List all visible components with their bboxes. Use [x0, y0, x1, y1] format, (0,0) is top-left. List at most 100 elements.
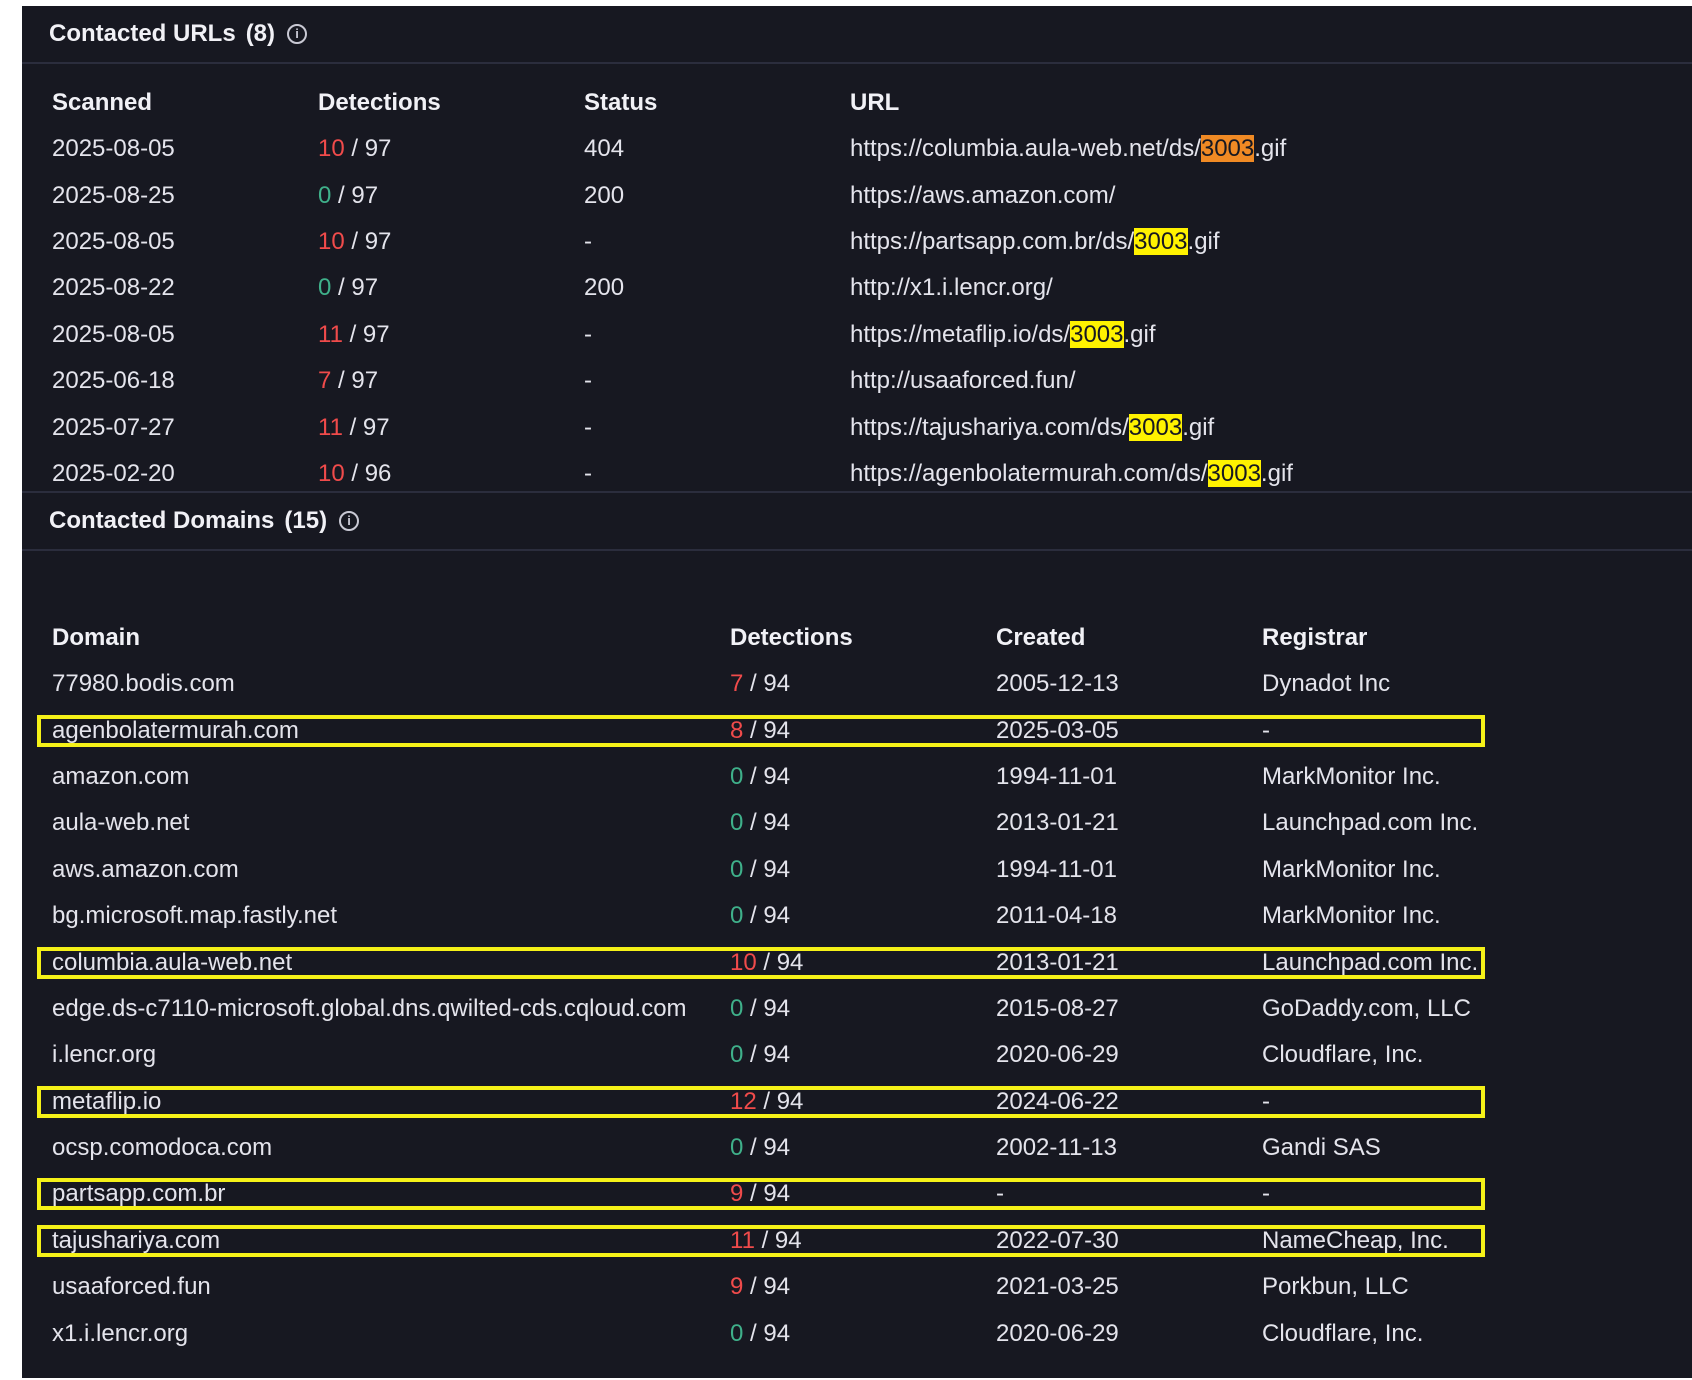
url-cell[interactable]: https://tajushariya.com/ds/3003.gif — [850, 404, 1450, 450]
domain-name[interactable]: ocsp.comodoca.com — [52, 1125, 730, 1171]
detection-total: / 94 — [750, 1273, 791, 1301]
detection-total: / 97 — [338, 367, 379, 395]
table-row[interactable]: 2025-08-22 0 / 97 200 http://x1.i.lencr.org… — [52, 265, 1450, 311]
url-cell[interactable]: http://usaaforced.fun/ — [850, 358, 1450, 404]
url-prefix[interactable]: https://columbia.aula-web.net/ds/ — [850, 135, 1201, 162]
status-code: - — [584, 227, 592, 255]
domain-name[interactable]: x1.i.lencr.org — [52, 1310, 730, 1356]
info-icon[interactable]: i — [339, 511, 360, 531]
domain-name[interactable]: tajushariya.com — [52, 1218, 730, 1264]
detection-total: / 94 — [750, 855, 791, 883]
url-suffix[interactable]: .gif — [1124, 321, 1156, 348]
info-icon[interactable]: i — [287, 24, 308, 44]
column-header-url[interactable]: URL — [850, 80, 1450, 126]
contacted-urls-table: Scanned Detections Status URL 2025-08-05… — [52, 80, 1450, 497]
url-cell[interactable]: https://aws.amazon.com/ — [850, 172, 1450, 218]
domain-name[interactable]: 77980.bodis.com — [52, 661, 730, 707]
table-row[interactable]: agenbolatermurah.com 8 / 94 2025-03-05- — [52, 707, 1562, 753]
domain-name[interactable]: bg.microsoft.map.fastly.net — [52, 893, 730, 939]
table-row[interactable]: ocsp.comodoca.com 0 / 94 2002-11-13 Gandi S… — [52, 1125, 1562, 1171]
detection-total: / 94 — [750, 762, 791, 790]
created-date: 2024-06-22 — [996, 1087, 1119, 1115]
created-date: 2022-07-30 — [996, 1226, 1119, 1254]
table-row[interactable]: i.lencr.org 0 / 94 2020-06-29 Cloudflare, I… — [52, 1032, 1562, 1078]
domain-name[interactable]: metaflip.io — [52, 1079, 730, 1125]
registrar-name: Gandi SAS — [1262, 1134, 1381, 1162]
url-suffix[interactable]: .gif — [1188, 228, 1220, 255]
url-prefix[interactable]: http://x1.i.lencr.org/ — [850, 274, 1053, 301]
table-row[interactable]: partsapp.com.br 9 / 94- - — [52, 1171, 1562, 1217]
detection-total: / 94 — [750, 809, 791, 837]
column-header-detections[interactable]: Detections — [730, 615, 996, 661]
url-cell[interactable]: https://columbia.aula-web.net/ds/3003.gi… — [850, 126, 1450, 172]
domain-name[interactable]: usaaforced.fun — [52, 1264, 730, 1310]
column-header-status[interactable]: Status — [584, 80, 850, 126]
table-row[interactable]: 2025-07-27 11 / 97- https://tajushariya.co… — [52, 404, 1450, 450]
detections-cell: 9 / 94 — [730, 1171, 996, 1217]
table-row[interactable]: columbia.aula-web.net 10 / 94 2013-01-21 La… — [52, 939, 1562, 985]
table-row[interactable]: 2025-08-05 10 / 97- https://partsapp.com.b… — [52, 219, 1450, 265]
column-header-scanned[interactable]: Scanned — [52, 80, 318, 126]
domain-name[interactable]: aws.amazon.com — [52, 847, 730, 893]
domain-name[interactable]: aula-web.net — [52, 800, 730, 846]
table-row[interactable]: 2025-08-05 10 / 97 404 https://columbia.aul… — [52, 126, 1450, 172]
detections-cell: 0 / 97 — [318, 265, 584, 311]
url-prefix[interactable]: https://aws.amazon.com/ — [850, 182, 1115, 209]
table-row[interactable]: metaflip.io 12 / 94 2024-06-22- — [52, 1079, 1562, 1125]
column-header-domain[interactable]: Domain — [52, 615, 730, 661]
detection-total: / 97 — [338, 181, 379, 209]
domain-name[interactable]: partsapp.com.br — [52, 1171, 730, 1217]
table-row[interactable]: 77980.bodis.com 7 / 94 2005-12-13 Dynadot I… — [52, 661, 1562, 707]
urls-title-label: Contacted URLs — [49, 20, 236, 47]
table-row[interactable]: aula-web.net 0 / 94 2013-01-21 Launchpad.co… — [52, 800, 1562, 846]
table-row[interactable]: edge.ds-c7110-microsoft.global.dns.qwilt… — [52, 986, 1562, 1032]
detection-count: 0 — [730, 994, 744, 1022]
domain-name[interactable]: amazon.com — [52, 754, 730, 800]
status-code: - — [584, 367, 592, 395]
registrar-name: Dynadot Inc — [1262, 670, 1391, 698]
table-row[interactable]: bg.microsoft.map.fastly.net 0 / 94 2011-04… — [52, 893, 1562, 939]
url-cell[interactable]: http://x1.i.lencr.org/ — [850, 265, 1450, 311]
domains-section-header: Contacted Domains (15) i — [22, 493, 1692, 551]
table-row[interactable]: 2025-08-25 0 / 97 200 https://aws.amazon.co… — [52, 172, 1450, 218]
url-cell[interactable]: https://partsapp.com.br/ds/3003.gif — [850, 219, 1450, 265]
table-row[interactable]: tajushariya.com 11 / 94 2022-07-30 NameChea… — [52, 1218, 1562, 1264]
domain-name[interactable]: agenbolatermurah.com — [52, 707, 730, 753]
detections-cell: 0 / 97 — [318, 172, 584, 218]
url-highlight: 3003 — [1200, 135, 1255, 163]
detection-count: 9 — [730, 1180, 744, 1208]
url-cell[interactable]: https://metaflip.io/ds/3003.gif — [850, 312, 1450, 358]
detections-cell: 0 / 94 — [730, 754, 996, 800]
scanned-date: 2025-07-27 — [52, 413, 175, 441]
url-prefix[interactable]: https://metaflip.io/ds/ — [850, 321, 1070, 348]
table-row[interactable]: 2025-06-18 7 / 97- http://usaaforced.fun/ — [52, 358, 1450, 404]
column-header-detections[interactable]: Detections — [318, 80, 584, 126]
table-row[interactable]: x1.i.lencr.org 0 / 94 2020-06-29 Cloudflare… — [52, 1310, 1562, 1356]
table-row[interactable]: amazon.com 0 / 94 1994-11-01 MarkMonitor In… — [52, 754, 1562, 800]
table-row[interactable]: 2025-08-05 11 / 97- https://metaflip.io/ds… — [52, 312, 1450, 358]
table-row[interactable]: aws.amazon.com 0 / 94 1994-11-01 MarkMonito… — [52, 847, 1562, 893]
url-prefix[interactable]: https://agenbolatermurah.com/ds/ — [850, 460, 1208, 487]
url-suffix[interactable]: .gif — [1254, 135, 1286, 162]
registrar-name: NameCheap, Inc. — [1262, 1226, 1449, 1254]
created-date: 2020-06-29 — [996, 1319, 1119, 1347]
url-suffix[interactable]: .gif — [1182, 414, 1214, 441]
url-prefix[interactable]: https://partsapp.com.br/ds/ — [850, 228, 1134, 255]
detection-total: / 94 — [750, 716, 791, 744]
column-header-registrar[interactable]: Registrar — [1262, 615, 1562, 661]
domain-name[interactable]: columbia.aula-web.net — [52, 939, 730, 985]
domains-section-title: Contacted Domains (15) i — [49, 507, 360, 535]
created-date: 1994-11-01 — [996, 762, 1117, 790]
column-header-created[interactable]: Created — [996, 615, 1262, 661]
table-row[interactable]: usaaforced.fun 9 / 94 2021-03-25 Porkbun, L… — [52, 1264, 1562, 1310]
url-prefix[interactable]: http://usaaforced.fun/ — [850, 367, 1075, 394]
url-prefix[interactable]: https://tajushariya.com/ds/ — [850, 414, 1129, 441]
detection-count: 12 — [730, 1087, 757, 1115]
domain-name[interactable]: edge.ds-c7110-microsoft.global.dns.qwilt… — [52, 986, 730, 1032]
registrar-name: - — [1262, 716, 1270, 744]
domain-name[interactable]: i.lencr.org — [52, 1032, 730, 1078]
url-suffix[interactable]: .gif — [1261, 460, 1293, 487]
detections-cell: 7 / 97 — [318, 358, 584, 404]
detection-total: / 94 — [750, 670, 791, 698]
relations-panel: Contacted URLs (8) i Scanned Detections St… — [22, 6, 1692, 1378]
